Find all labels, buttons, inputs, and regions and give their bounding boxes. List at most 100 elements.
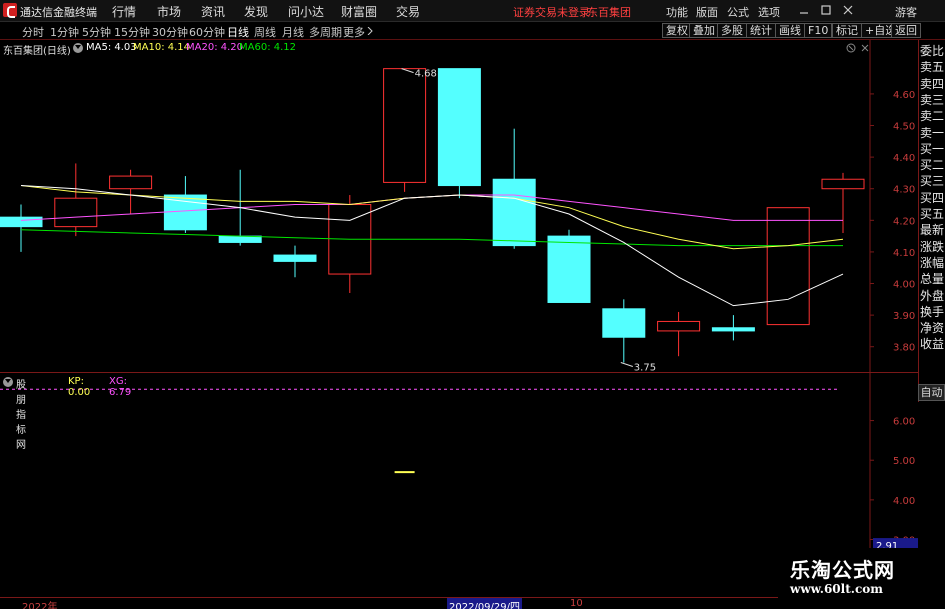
period-more[interactable]: 更多: [343, 24, 365, 40]
chevron-right-icon[interactable]: [367, 27, 373, 35]
ma10-label: MA10: 4.14: [133, 42, 191, 53]
guest-label[interactable]: 游客: [895, 4, 917, 20]
price-tick-label: 4.30: [893, 185, 915, 196]
side-panel-item[interactable]: 外盘: [920, 289, 945, 304]
side-panel-item[interactable]: 涨跌: [920, 240, 945, 255]
indicator-tick-label: 5.00: [893, 456, 915, 467]
indicator-tick-label: 6.00: [893, 417, 915, 428]
main-info-line: 东百集团(日线) MA5: 4.03 MA10: 4.14 MA20: 4.20…: [0, 40, 870, 57]
ma20-label: MA20: 4.20: [186, 42, 244, 53]
price-tick-label: 4.10: [893, 248, 915, 259]
indicator-name: 股朋指标网: [16, 380, 26, 451]
menu-trade[interactable]: 交易: [396, 3, 420, 20]
side-panel-item[interactable]: 总量: [920, 272, 945, 287]
side-panel-item[interactable]: 买二: [920, 158, 945, 173]
overlay-button[interactable]: 叠加: [689, 23, 719, 38]
side-panel-item[interactable]: 卖四: [920, 77, 945, 92]
statistics-button[interactable]: 统计: [746, 23, 776, 38]
candle-body: [657, 320, 701, 332]
side-panel-item[interactable]: 买三: [920, 174, 945, 189]
notice-stock-name: 东百集团: [587, 6, 631, 19]
price-tick-label: 3.90: [893, 311, 915, 322]
app-logo-icon: [3, 3, 17, 18]
xg-value: XG: 6.79: [109, 376, 132, 398]
candle-body: [547, 235, 591, 303]
side-panel-item[interactable]: 最新: [920, 223, 945, 238]
indicator-dropdown-icon[interactable]: [3, 377, 13, 387]
candle-body: [821, 178, 865, 190]
quote-side-panel: 委比 卖五卖四 卖三 卖二卖一 买一 买二 买三买四 买五 最新涨跌 涨幅 总量外盘 换手 净资 收益: [918, 40, 945, 402]
side-panel-item[interactable]: 买一: [920, 142, 945, 157]
price-tick-label: 4.40: [893, 153, 915, 164]
period-60min[interactable]: 60分钟: [189, 24, 225, 40]
menu-function[interactable]: 功能: [666, 4, 688, 20]
extreme-label: 3.75: [634, 363, 656, 372]
side-panel-item[interactable]: 买五: [920, 207, 945, 222]
chart-close-icon[interactable]: [860, 43, 870, 53]
side-panel-item[interactable]: 买四: [920, 191, 945, 206]
menu-options[interactable]: 选项: [758, 4, 780, 20]
kline-chart[interactable]: 3.80 3.90 4.00 4.10 4.20 4.30 4.40 4.50 4.60 4.68…: [0, 40, 918, 372]
period-1min[interactable]: 1分钟: [50, 24, 79, 40]
period-weekly[interactable]: 周线: [254, 24, 276, 40]
watermark: 乐淘公式网 www.60lt.com: [778, 548, 945, 598]
price-tick-label: 4.00: [893, 280, 915, 291]
time-axis-bar: 2022年 2022/09/29/四 10: [0, 597, 945, 609]
f10-button[interactable]: F10: [804, 23, 833, 38]
app-title: 通达信金融终端: [20, 6, 97, 19]
auto-button[interactable]: 自动: [918, 384, 945, 401]
period-toolbar: 分时 1分钟 5分钟 15分钟 30分钟 60分钟 日线 周线 月线 多周期 更…: [0, 22, 945, 40]
minimize-icon[interactable]: [798, 4, 810, 16]
menu-formula[interactable]: 公式: [727, 4, 749, 20]
side-panel-item[interactable]: 净资: [920, 321, 945, 336]
menu-quotes[interactable]: 行情: [112, 3, 136, 20]
period-monthly[interactable]: 月线: [282, 24, 304, 40]
period-multi[interactable]: 多周期: [309, 24, 342, 40]
side-panel-item[interactable]: 委比: [920, 44, 945, 59]
indicator-tick-label: 4.00: [893, 496, 915, 507]
stock-name: 东百集团(日线): [3, 46, 71, 57]
period-5min[interactable]: 5分钟: [82, 24, 111, 40]
side-panel-item[interactable]: 卖三: [920, 93, 945, 108]
price-tick-label: 4.20: [893, 216, 915, 227]
watermark-title: 乐淘公式网: [790, 558, 895, 582]
period-15min[interactable]: 15分钟: [114, 24, 150, 40]
side-panel-item[interactable]: 卖一: [920, 126, 945, 141]
side-panel-item[interactable]: 卖五: [920, 60, 945, 75]
side-panel-item[interactable]: 卖二: [920, 109, 945, 124]
candle-body: [437, 68, 481, 187]
ma60-line: [20, 229, 843, 247]
menu-wealth[interactable]: 财富圈: [341, 3, 377, 20]
mark-button[interactable]: 标记: [832, 23, 862, 38]
price-tick-label: 4.50: [893, 122, 915, 133]
candle-body: [711, 327, 755, 332]
multi-stock-button[interactable]: 多股: [717, 23, 747, 38]
menu-market[interactable]: 市场: [157, 3, 181, 20]
login-notice[interactable]: 证券交易未登录: [513, 4, 590, 20]
kp-value: KP: 0.00: [68, 376, 91, 398]
candle-body: [218, 235, 262, 243]
draw-line-button[interactable]: 画线: [775, 23, 805, 38]
menu-discover[interactable]: 发现: [244, 3, 268, 20]
back-button[interactable]: 返回: [891, 23, 921, 38]
dropdown-circle-icon[interactable]: [73, 43, 83, 53]
close-icon[interactable]: [842, 4, 854, 16]
side-panel-item[interactable]: 涨幅: [920, 256, 945, 271]
price-tick-label: 3.80: [893, 343, 915, 354]
side-panel-item[interactable]: 换手: [920, 305, 945, 320]
settings-icon[interactable]: [846, 43, 856, 53]
period-daily[interactable]: 日线: [227, 24, 249, 40]
side-panel-item[interactable]: 收益: [920, 337, 945, 352]
watermark-url: www.60lt.com: [790, 582, 883, 596]
menu-layout[interactable]: 版面: [696, 4, 718, 20]
maximize-icon[interactable]: [820, 4, 832, 16]
period-intraday[interactable]: 分时: [22, 24, 44, 40]
candle-body: [163, 194, 207, 231]
menu-news[interactable]: 资讯: [201, 3, 225, 20]
cursor-date-label: 2022/09/29/四: [447, 598, 523, 609]
period-30min[interactable]: 30分钟: [152, 24, 188, 40]
year-label: 2022年: [22, 602, 58, 609]
adjust-button[interactable]: 复权: [662, 23, 692, 38]
candle-body: [602, 308, 646, 338]
menu-ask[interactable]: 问小达: [288, 3, 324, 20]
